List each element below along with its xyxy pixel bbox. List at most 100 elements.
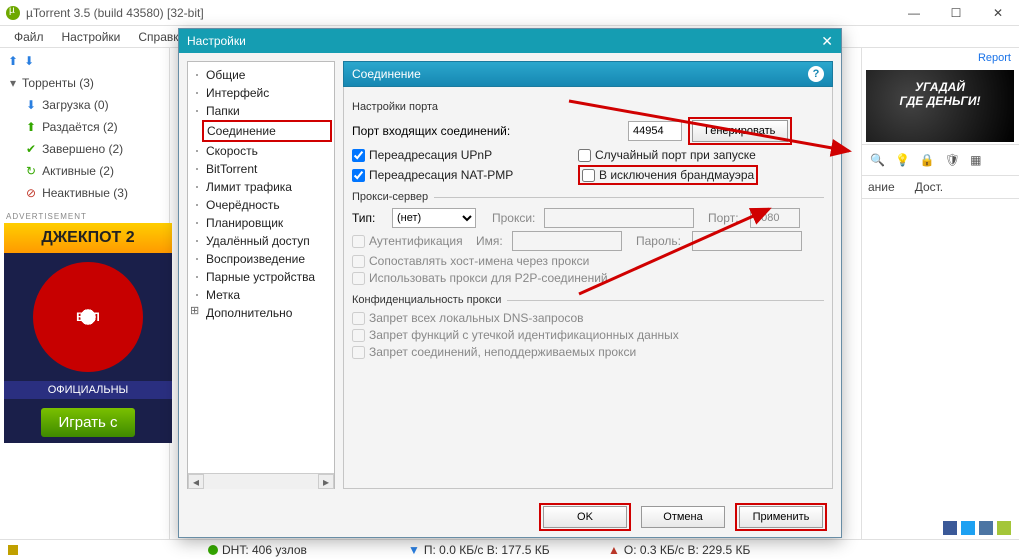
firewall-highlight: В исключения брандмауэра — [578, 165, 758, 185]
utorrent-logo-icon — [6, 6, 20, 20]
proxy-type-select[interactable]: (нет) — [392, 208, 476, 228]
tree-paired[interactable]: Парные устройства — [188, 268, 334, 286]
natpmp-label: Переадресация NAT-PMP — [369, 168, 513, 182]
upload-icon: ⬆ — [26, 120, 36, 134]
user-label: Имя: — [476, 234, 506, 248]
grid-icon[interactable]: ▦ — [970, 153, 981, 167]
sidebar-item-completed[interactable]: ✔ Завершено (2) — [4, 138, 165, 160]
statusbar: DHT: 406 узлов ▼ П: 0.0 КБ/с В: 177.5 КБ… — [0, 539, 1019, 559]
dialog-close-button[interactable]: ✕ — [821, 33, 833, 50]
close-button[interactable]: ✕ — [977, 0, 1019, 26]
tree-scheduler[interactable]: Планировщик — [188, 214, 334, 232]
minimize-button[interactable]: — — [893, 0, 935, 26]
twitter-icon[interactable] — [961, 521, 975, 535]
dht-status: DHT: 406 узлов — [222, 543, 307, 557]
port-label: Порт входящих соединений: — [352, 124, 622, 138]
maximize-button[interactable]: ☐ — [935, 0, 977, 26]
sidebar-item-downloading[interactable]: ⬇ Загрузка (0) — [4, 94, 165, 116]
report-link[interactable]: Report — [862, 48, 1019, 68]
sidebar: ⬆ ⬇ ▾ Торренты (3) ⬇ Загрузка (0) ⬆ Разд… — [0, 48, 170, 539]
resolve-check — [352, 255, 365, 268]
auth-check — [352, 235, 365, 248]
dialog-buttons: OK Отмена Применить — [179, 497, 841, 537]
top-ad[interactable]: УГАДАЙ ГДЕ ДЕНЬГИ! — [866, 70, 1014, 142]
sidebar-ad[interactable]: ДЖЕКПОТ 2 ВУЛ ОФИЦИАЛЬНЫ Играть с — [4, 223, 172, 443]
tree-transfer-cap[interactable]: Лимит трафика — [188, 178, 334, 196]
tree-queueing[interactable]: Очерёдность — [188, 196, 334, 214]
apply-button[interactable]: Применить — [739, 506, 823, 528]
resolve-label: Сопоставлять хост-имена через прокси — [369, 254, 589, 268]
upnp-check[interactable] — [352, 149, 365, 162]
bulb-icon[interactable]: 💡 — [895, 153, 910, 167]
scroll-right-icon[interactable]: ▸ — [318, 474, 334, 489]
dialog-titlebar: Настройки ✕ — [179, 29, 841, 53]
list-header: ание Дост. — [862, 176, 1019, 199]
tree-general[interactable]: Общие — [188, 66, 334, 84]
col-header-2[interactable]: Дост. — [913, 176, 945, 198]
random-port-check[interactable] — [578, 149, 591, 162]
sidebar-item-active[interactable]: ↻ Активные (2) — [4, 160, 165, 182]
firewall-check[interactable] — [582, 169, 595, 182]
priv1-check — [352, 312, 365, 325]
priv1-checkbox: Запрет всех локальных DNS-запросов — [352, 311, 824, 325]
natpmp-checkbox[interactable]: Переадресация NAT-PMP — [352, 168, 572, 182]
upnp-checkbox[interactable]: Переадресация UPnP — [352, 148, 572, 162]
cancel-button[interactable]: Отмена — [641, 506, 725, 528]
settings-tree[interactable]: Общие Интерфейс Папки Соединение Скорост… — [187, 61, 335, 489]
tree-toggle-icon[interactable]: ▾ — [10, 76, 16, 90]
check-icon: ✔ — [26, 142, 36, 156]
p2p-checkbox: Использовать прокси для P2P-соединений — [352, 271, 824, 285]
android-icon[interactable] — [997, 521, 1011, 535]
collapse-down-icon[interactable]: ⬇ — [24, 54, 34, 68]
tree-bittorrent[interactable]: BitTorrent — [188, 160, 334, 178]
auth-label: Аутентификация — [369, 234, 463, 248]
p2p-label: Использовать прокси для P2P-соединений — [369, 271, 608, 285]
tree-connection[interactable]: Соединение — [202, 120, 332, 142]
collapse-up-icon[interactable]: ⬆ — [8, 54, 18, 68]
help-icon[interactable]: ? — [808, 66, 824, 82]
tree-playback[interactable]: Воспроизведение — [188, 250, 334, 268]
sidebar-item-label: Загрузка (0) — [42, 98, 109, 112]
tree-advanced[interactable]: Дополнительно — [188, 304, 334, 322]
user-input — [512, 231, 622, 251]
forbidden-icon: ⊘ — [26, 186, 36, 200]
generate-button[interactable]: Генерировать — [692, 120, 788, 142]
dht-status-icon — [208, 545, 218, 555]
download-icon: ⬇ — [26, 98, 36, 112]
sidebar-item-seeding[interactable]: ⬆ Раздаётся (2) — [4, 116, 165, 138]
col-header-1[interactable]: ание — [866, 176, 897, 198]
ok-button[interactable]: OK — [543, 506, 627, 528]
scroll-left-icon[interactable]: ◂ — [188, 474, 204, 489]
search-icon[interactable]: 🔍 — [870, 153, 885, 167]
priv3-label: Запрет соединений, неподдерживаемых прок… — [369, 345, 636, 359]
ad-cta-button[interactable]: Играть с — [41, 408, 136, 437]
proxy-port-label: Порт: — [708, 211, 744, 225]
sidebar-item-inactive[interactable]: ⊘ Неактивные (3) — [4, 182, 165, 204]
port-input[interactable] — [628, 121, 682, 141]
window-titlebar: µTorrent 3.5 (build 43580) [32-bit] — ☐ … — [0, 0, 1019, 26]
tree-dirs[interactable]: Папки — [188, 102, 334, 120]
random-port-checkbox[interactable]: Случайный порт при запуске — [578, 148, 756, 162]
sidebar-root-label: Торренты (3) — [22, 76, 94, 90]
ad-line1: УГАДАЙ — [870, 80, 1010, 94]
sidebar-root[interactable]: ▾ Торренты (3) — [4, 72, 165, 94]
proxy-host-label: Прокси: — [492, 211, 538, 225]
tree-bandwidth[interactable]: Скорость — [188, 142, 334, 160]
proxy-host-input — [544, 208, 694, 228]
tree-remote[interactable]: Удалённый доступ — [188, 232, 334, 250]
tree-h-scrollbar[interactable]: ◂ ▸ — [188, 473, 334, 489]
menu-settings[interactable]: Настройки — [54, 28, 129, 46]
shield-icon[interactable]: 🛡 — [945, 153, 960, 167]
vk-icon[interactable] — [979, 521, 993, 535]
download-rate: П: 0.0 КБ/с В: 177.5 КБ — [424, 543, 550, 557]
tree-labels[interactable]: Метка — [188, 286, 334, 304]
lock-icon[interactable]: 🔒 — [920, 153, 935, 167]
upload-rate: О: 0.3 КБ/с В: 229.5 КБ — [624, 543, 750, 557]
natpmp-check[interactable] — [352, 169, 365, 182]
menu-file[interactable]: Файл — [6, 28, 52, 46]
tree-ui[interactable]: Интерфейс — [188, 84, 334, 102]
port-group-label: Настройки порта — [352, 101, 824, 113]
toolbar: 🔍 💡 🔒 🛡 ▦ — [862, 144, 1019, 176]
firewall-checkbox[interactable]: В исключения брандмауэра — [582, 168, 754, 182]
facebook-icon[interactable] — [943, 521, 957, 535]
